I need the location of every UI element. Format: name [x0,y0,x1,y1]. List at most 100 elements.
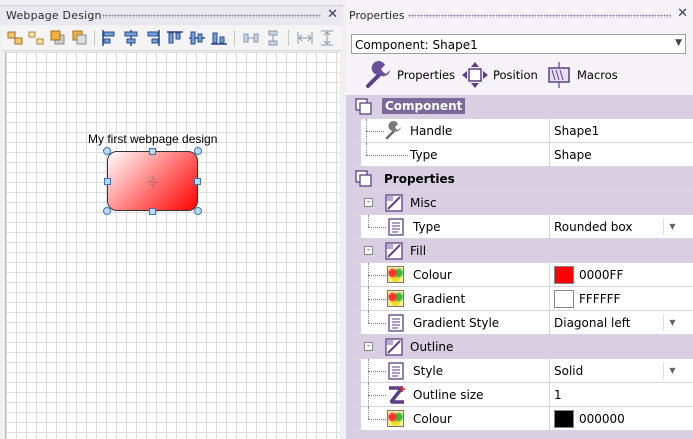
outline-colour-value[interactable]: 000000 [579,412,625,426]
shape-type-value[interactable]: Rounded box [554,220,632,234]
gradient-label: Gradient [413,292,466,306]
list-icon [388,218,404,236]
property-row-fill-colour[interactable]: Colour 0000FF [346,263,693,287]
component-select-value: Component: Shape1 [355,38,478,52]
alignment-toolbar [2,26,342,51]
tab-macros[interactable]: Macros [544,60,618,90]
properties-section-title: Properties [384,172,455,186]
align-left-icon[interactable] [100,29,118,47]
handle-value[interactable]: Shape1 [554,124,599,138]
type-label: Type [410,148,438,162]
outline-group-icon [385,338,403,356]
drag-grip[interactable] [408,14,671,18]
misc-group-header[interactable]: - Misc [346,191,693,215]
shape-type-label: Type [413,220,441,234]
colour-picker-icon [387,410,404,427]
property-row-outline-size[interactable]: Outline size 1 [346,383,693,407]
fill-group-icon [385,242,403,260]
property-row-type[interactable]: Type Shape [346,143,693,167]
outline-style-label: Style [413,364,444,378]
chevron-down-icon[interactable]: ▼ [663,314,681,331]
collapse-icon[interactable]: - [364,342,373,351]
panel-title: Webpage Design [6,9,102,22]
outline-group-header[interactable]: - Outline [346,335,693,359]
fill-colour-value[interactable]: 0000FF [579,268,623,282]
canvas-text-label[interactable]: My first webpage design [88,132,217,146]
gradient-swatch[interactable] [554,290,574,308]
resize-handle-bl[interactable] [103,207,111,215]
next-group-header-partial [346,431,693,439]
wrench-icon [366,61,390,88]
collapse-icon[interactable]: - [364,246,373,255]
distribute-vertical-icon[interactable] [264,29,282,47]
resize-handle-tr[interactable] [194,147,202,155]
outline-style-value[interactable]: Solid [554,364,583,378]
outline-size-value[interactable]: 1 [554,388,562,402]
group-icon[interactable] [6,29,24,47]
align-center-icon[interactable] [122,29,140,47]
align-right-icon[interactable] [144,29,162,47]
tab-position[interactable]: Position [460,60,538,90]
misc-group-title: Misc [410,196,437,210]
property-row-gradient-style[interactable]: Gradient Style Diagonal left ▼ [346,311,693,335]
send-back-icon[interactable] [71,29,89,47]
properties-section-header[interactable]: Properties [346,167,693,191]
tab-properties[interactable]: Properties [364,60,455,90]
properties-icon [355,170,372,187]
property-row-handle[interactable]: Handle Shape1 [346,119,693,143]
resize-handle-r[interactable] [194,178,201,185]
property-row-shape-type[interactable]: Type Rounded box ▼ [346,215,693,239]
gradient-value[interactable]: FFFFFF [579,292,620,306]
property-row-outline-style[interactable]: Style Solid ▼ [346,359,693,383]
drag-grip[interactable] [102,14,321,18]
chevron-down-icon[interactable]: ▼ [663,362,681,379]
webpage-design-panel: Webpage Design ✕ My first webpage design [0,0,346,439]
fill-group-header[interactable]: - Fill [346,239,693,263]
colour-picker-icon [387,290,404,307]
gradient-style-value[interactable]: Diagonal left [554,316,630,330]
resize-handle-tl[interactable] [103,147,111,155]
properties-title-bar[interactable]: Properties ✕ [346,5,693,25]
number-z-icon [389,386,405,404]
align-bottom-icon[interactable] [210,29,228,47]
tab-macros-label: Macros [577,68,618,82]
resize-handle-b[interactable] [149,208,156,215]
macros-icon [548,62,570,88]
component-select[interactable]: Component: Shape1 ▼ [351,34,686,54]
fill-colour-swatch[interactable] [554,266,574,284]
type-value: Shape [554,148,592,162]
close-icon[interactable]: ✕ [327,7,338,22]
close-icon[interactable]: ✕ [677,6,688,21]
outline-size-label: Outline size [413,388,484,402]
panel-title-bar[interactable]: Webpage Design ✕ [0,5,343,25]
fill-colour-label: Colour [413,268,452,282]
handle-label: Handle [410,124,453,138]
gradient-style-label: Gradient Style [413,316,500,330]
outline-colour-label: Colour [413,412,452,426]
chevron-down-icon[interactable]: ▼ [663,218,681,235]
same-height-icon[interactable] [318,29,336,47]
colour-picker-icon [387,266,404,283]
bring-front-icon[interactable] [49,29,67,47]
align-top-icon[interactable] [166,29,184,47]
component-section-title: Component [382,98,466,114]
resize-handle-t[interactable] [149,148,156,155]
tab-position-label: Position [493,68,538,82]
collapse-icon[interactable]: - [364,198,373,207]
misc-group-icon [385,194,403,212]
resize-handle-br[interactable] [194,207,202,215]
design-canvas[interactable]: My first webpage design [5,52,340,439]
tab-properties-label: Properties [397,68,456,82]
align-middle-icon[interactable] [188,29,206,47]
fill-group-title: Fill [410,244,427,258]
resize-handle-l[interactable] [104,178,111,185]
property-row-gradient[interactable]: Gradient FFFFFF [346,287,693,311]
property-row-outline-colour[interactable]: Colour 000000 [346,407,693,431]
ungroup-icon[interactable] [27,29,45,47]
same-width-icon[interactable] [296,29,314,47]
outline-colour-swatch[interactable] [554,410,574,428]
wrench-icon [385,121,401,140]
distribute-horizontal-icon[interactable] [242,29,260,47]
component-section-header[interactable]: Component [346,95,693,119]
chevron-down-icon[interactable]: ▼ [675,38,682,48]
